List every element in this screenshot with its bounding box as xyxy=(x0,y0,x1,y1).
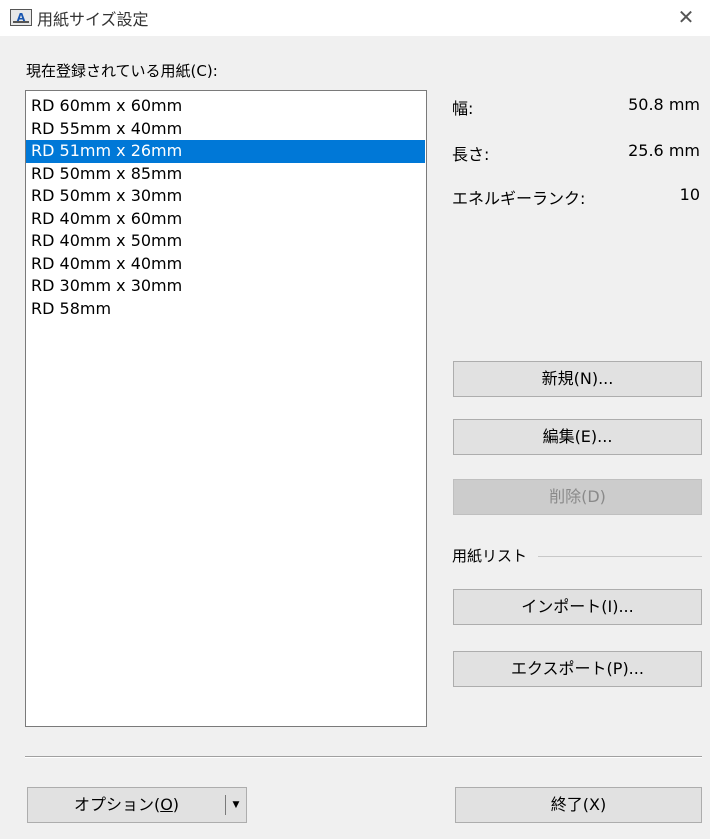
paper-list-item[interactable]: RD 50mm x 85mm xyxy=(26,163,425,186)
dropdown-arrow-icon[interactable]: ▼ xyxy=(226,788,246,822)
paper-list-item[interactable]: RD 55mm x 40mm xyxy=(26,118,425,141)
options-split-button[interactable]: オプション(O) ▼ xyxy=(27,787,247,823)
width-label: 幅: xyxy=(452,99,474,118)
export-button[interactable]: エクスポート(P)... xyxy=(453,651,702,687)
exit-button[interactable]: 終了(X) xyxy=(455,787,702,823)
length-value: 25.6 mm xyxy=(628,141,700,160)
paper-listbox[interactable]: RD 60mm x 60mm RD 55mm x 40mm RD 51mm x … xyxy=(25,90,427,727)
bottom-separator xyxy=(25,756,702,758)
length-label: 長さ: xyxy=(452,145,490,164)
paper-list-item[interactable]: RD 58mm xyxy=(26,298,425,321)
edit-button[interactable]: 編集(E)... xyxy=(453,419,702,455)
options-label-suffix: ) xyxy=(172,795,180,814)
width-property: 幅: 50.8 mm xyxy=(452,95,700,119)
energy-rank-property: エネルギーランク: 10 xyxy=(452,185,700,209)
delete-button: 削除(D) xyxy=(453,479,702,515)
paper-list-item[interactable]: RD 40mm x 60mm xyxy=(26,208,425,231)
width-value: 50.8 mm xyxy=(628,95,700,114)
energy-rank-label: エネルギーランク: xyxy=(452,189,586,208)
energy-rank-value: 10 xyxy=(679,185,700,204)
paper-list-item[interactable]: RD 60mm x 60mm xyxy=(26,95,425,118)
paper-list-item[interactable]: RD 40mm x 50mm xyxy=(26,230,425,253)
window-title: 用紙サイズ設定 xyxy=(37,10,149,29)
title-bar: A 用紙サイズ設定 ✕ xyxy=(0,0,710,36)
paper-list-item[interactable]: RD 40mm x 40mm xyxy=(26,253,425,276)
import-button[interactable]: インポート(I)... xyxy=(453,589,702,625)
paper-list-item[interactable]: RD 30mm x 30mm xyxy=(26,275,425,298)
paper-list-item[interactable]: RD 50mm x 30mm xyxy=(26,185,425,208)
options-button[interactable]: オプション(O) xyxy=(28,788,225,822)
length-property: 長さ: 25.6 mm xyxy=(452,141,700,165)
options-access-key: O xyxy=(160,795,173,814)
paper-list-item-selected[interactable]: RD 51mm x 26mm xyxy=(26,140,425,163)
new-button[interactable]: 新規(N)... xyxy=(453,361,702,397)
paper-list-group-label: 用紙リスト xyxy=(452,547,528,565)
paper-size-settings-dialog: A 用紙サイズ設定 ✕ 現在登録されている用紙(C): RD 60mm x 60… xyxy=(0,0,710,839)
app-icon: A xyxy=(10,9,32,26)
close-icon[interactable]: ✕ xyxy=(668,2,704,32)
options-label-prefix: オプション( xyxy=(73,795,161,814)
paper-list-caption: 現在登録されている用紙(C): xyxy=(26,62,218,80)
group-divider xyxy=(538,556,702,557)
